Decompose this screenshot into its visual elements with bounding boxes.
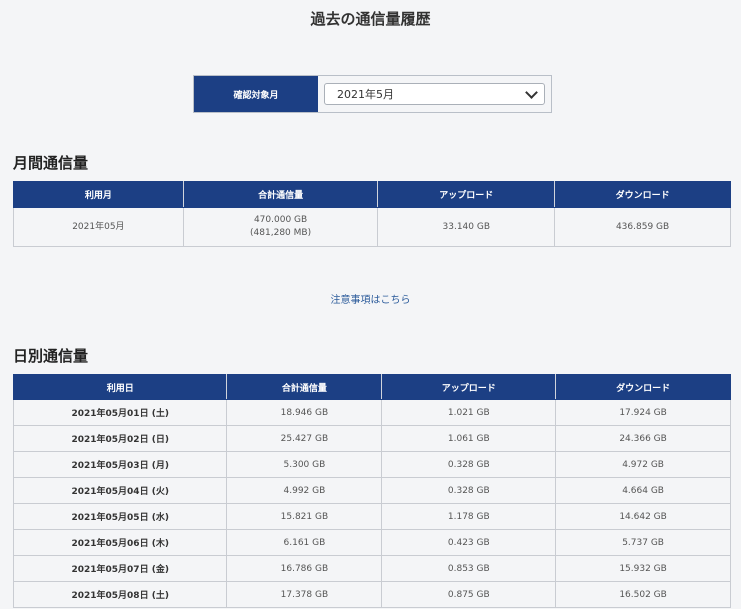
cell-month: 2021年05月: [13, 207, 184, 247]
cell-upload: 1.178 GB: [381, 503, 557, 530]
cell-upload: 0.328 GB: [381, 477, 557, 504]
cell-total: 18.946 GB: [226, 399, 383, 426]
cell-upload: 1.021 GB: [381, 399, 557, 426]
notes-link[interactable]: 注意事項はこちら: [0, 291, 741, 306]
cell-date: 2021年05月07日 (金): [12, 555, 228, 582]
table-header-row: 利用日 合計通信量 アップロード ダウンロード: [12, 374, 731, 400]
month-select-value: 2021年5月: [337, 88, 394, 101]
cell-date: 2021年05月01日 (土): [12, 399, 228, 426]
month-selector: 確認対象月 2021年5月: [193, 75, 552, 113]
cell-total-mb: (481,280 MB): [250, 228, 312, 238]
column-header-upload: アップロード: [377, 181, 556, 208]
cell-upload: 0.875 GB: [381, 581, 557, 608]
cell-total: 25.427 GB: [226, 425, 383, 452]
cell-download: 4.972 GB: [555, 451, 731, 478]
column-header-date: 利用日: [12, 374, 228, 400]
table-row: 2021年05月01日 (土) 18.946 GB 1.021 GB 17.924 G…: [12, 399, 731, 426]
column-header-total: 合計通信量: [226, 374, 383, 400]
cell-upload: 0.853 GB: [381, 555, 557, 582]
table-row: 2021年05月02日 (日) 25.427 GB 1.061 GB 24.366 G…: [12, 425, 731, 452]
column-header-download: ダウンロード: [555, 374, 731, 400]
monthly-usage-title: 月間通信量: [13, 154, 89, 172]
cell-total: 4.992 GB: [226, 477, 383, 504]
table-row: 2021年05月 470.000 GB (481,280 MB) 33.140 …: [13, 207, 731, 247]
column-header-month: 利用月: [13, 181, 184, 208]
month-selector-label: 確認対象月: [194, 76, 318, 112]
cell-download: 15.932 GB: [555, 555, 731, 582]
cell-total: 5.300 GB: [226, 451, 383, 478]
cell-upload: 33.140 GB: [377, 207, 556, 247]
table-row: 2021年05月06日 (木) 6.161 GB 0.423 GB 5.737 GB: [12, 529, 731, 556]
column-header-download: ダウンロード: [554, 181, 731, 208]
cell-download: 17.924 GB: [555, 399, 731, 426]
cell-upload: 0.423 GB: [381, 529, 557, 556]
cell-download: 24.366 GB: [555, 425, 731, 452]
cell-download: 14.642 GB: [555, 503, 731, 530]
cell-upload: 0.328 GB: [381, 451, 557, 478]
cell-total: 17.378 GB: [226, 581, 383, 608]
daily-usage-table: 利用日 合計通信量 アップロード ダウンロード 2021年05月01日 (土) 1…: [12, 374, 731, 608]
cell-total: 16.786 GB: [226, 555, 383, 582]
cell-download: 4.664 GB: [555, 477, 731, 504]
cell-total-gb: 470.000 GB: [253, 215, 308, 225]
table-header-row: 利用月 合計通信量 アップロード ダウンロード: [13, 181, 731, 208]
cell-date: 2021年05月05日 (水): [12, 503, 228, 530]
table-row: 2021年05月08日 (土) 17.378 GB 0.875 GB 16.502 G…: [12, 581, 731, 608]
table-row: 2021年05月05日 (水) 15.821 GB 1.178 GB 14.642 G…: [12, 503, 731, 530]
column-header-total: 合計通信量: [182, 181, 379, 208]
cell-date: 2021年05月04日 (火): [12, 477, 228, 504]
cell-total: 15.821 GB: [226, 503, 383, 530]
chevron-down-icon: [525, 85, 538, 99]
page-title: 過去の通信量履歴: [310, 10, 431, 28]
column-header-upload: アップロード: [381, 374, 557, 400]
monthly-usage-table: 利用月 合計通信量 アップロード ダウンロード 2021年05月 470.000…: [13, 181, 731, 247]
cell-date: 2021年05月02日 (日): [12, 425, 228, 452]
cell-date: 2021年05月06日 (木): [12, 529, 228, 556]
cell-total: 470.000 GB (481,280 MB): [182, 207, 379, 247]
table-row: 2021年05月03日 (月) 5.300 GB 0.328 GB 4.972 GB: [12, 451, 731, 478]
daily-usage-title: 日別通信量: [13, 347, 89, 365]
table-row: 2021年05月04日 (火) 4.992 GB 0.328 GB 4.664 GB: [12, 477, 731, 504]
cell-total: 6.161 GB: [226, 529, 383, 556]
cell-download: 436.859 GB: [554, 207, 731, 247]
cell-download: 16.502 GB: [555, 581, 731, 608]
cell-date: 2021年05月03日 (月): [12, 451, 228, 478]
month-select-dropdown[interactable]: 2021年5月: [324, 83, 545, 105]
cell-download: 5.737 GB: [555, 529, 731, 556]
cell-upload: 1.061 GB: [381, 425, 557, 452]
table-row: 2021年05月07日 (金) 16.786 GB 0.853 GB 15.932 G…: [12, 555, 731, 582]
cell-date: 2021年05月08日 (土): [12, 581, 228, 608]
